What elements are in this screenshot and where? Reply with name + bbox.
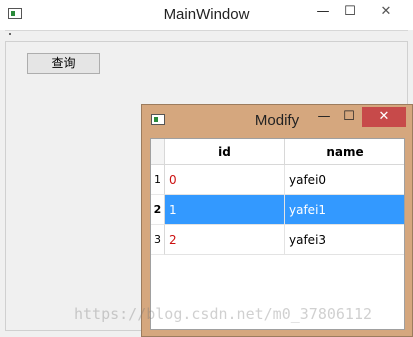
column-header-name[interactable]: name — [285, 139, 404, 165]
table-cell-id-selected[interactable]: 1 — [165, 195, 285, 225]
column-header-id[interactable]: id — [165, 139, 285, 165]
menu-grip-icon — [9, 33, 11, 35]
row-header-selected[interactable]: 2 — [151, 195, 165, 225]
row-header[interactable]: 3 — [151, 225, 165, 255]
dialog-maximize-button[interactable]: ☐ — [337, 107, 361, 127]
table-cell-name-selected[interactable]: yafei1 — [285, 195, 404, 225]
table-cell-id[interactable]: 2 — [165, 225, 285, 255]
minimize-button[interactable]: — — [310, 2, 336, 22]
main-titlebar[interactable]: MainWindow — ☐ ✕ — [0, 0, 413, 30]
close-button[interactable]: ✕ — [364, 2, 408, 22]
table-cell-id[interactable]: 0 — [165, 165, 285, 195]
table-corner-button[interactable] — [151, 139, 165, 165]
row-header[interactable]: 1 — [151, 165, 165, 195]
modify-dialog: Modify — ☐ ✕ id name 1 0 yafei0 2 1 yafe… — [141, 104, 413, 337]
watermark: https://blog.csdn.net/m0_37806112 — [74, 305, 373, 323]
dialog-close-button[interactable]: ✕ — [362, 107, 406, 127]
table-cell-name[interactable]: yafei3 — [285, 225, 404, 255]
maximize-button[interactable]: ☐ — [337, 2, 363, 22]
data-table[interactable]: id name 1 0 yafei0 2 1 yafei1 3 2 yafei3 — [150, 138, 405, 330]
query-button[interactable]: 查询 — [27, 53, 100, 74]
table-cell-name[interactable]: yafei0 — [285, 165, 404, 195]
dialog-minimize-button[interactable]: — — [312, 107, 336, 127]
